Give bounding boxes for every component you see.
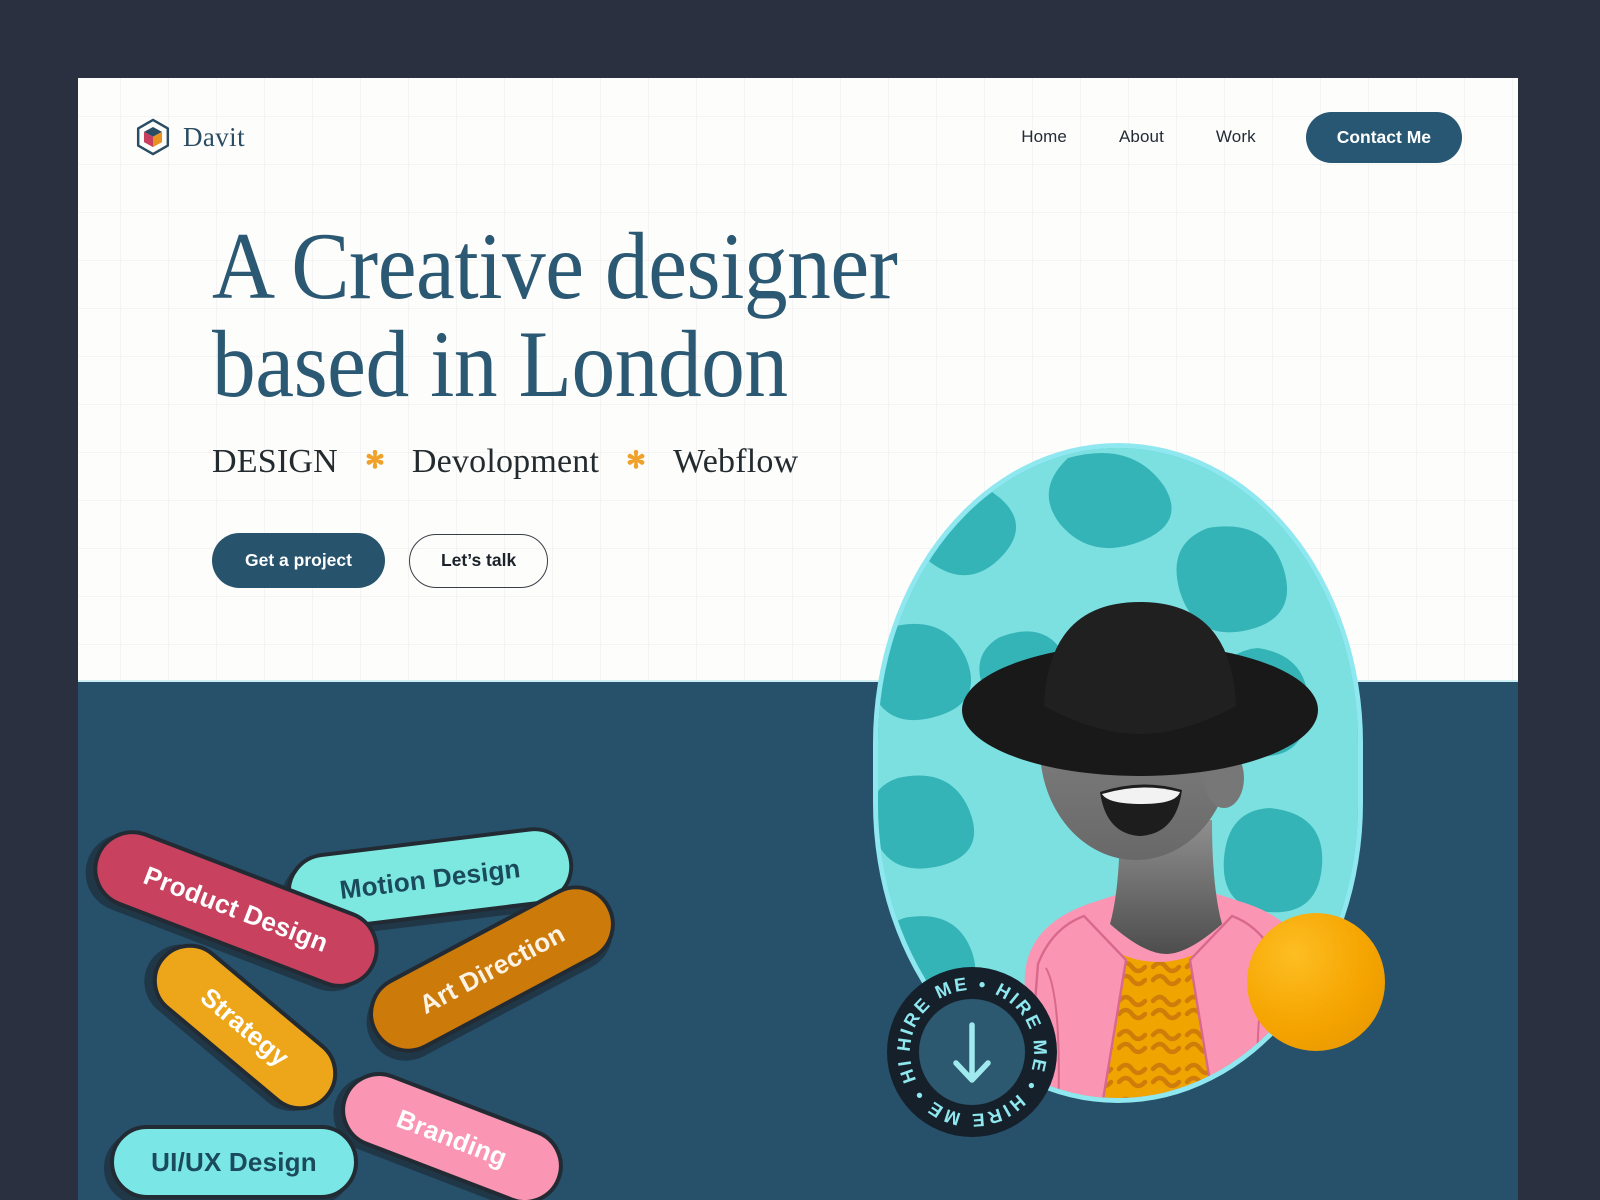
- headline-line-2: based in London: [212, 310, 788, 417]
- skill-pill-label: Strategy: [195, 981, 296, 1073]
- skill-pill-label: Motion Design: [337, 852, 522, 905]
- skill-pill-label: UI/UX Design: [151, 1146, 317, 1177]
- service-item-development: Devolopment: [411, 443, 600, 480]
- asterisk-star-icon: [360, 447, 390, 477]
- hexagon-cube-icon: [134, 118, 172, 156]
- portrait-figure: HIRE ME • HIRE ME • HIRE ME • HIRE ME •: [873, 443, 1385, 1137]
- hero-headline: A Creative designer based in London: [212, 213, 1068, 417]
- nav-link-work[interactable]: Work: [1190, 127, 1282, 147]
- orange-sphere-decoration: [1247, 913, 1385, 1051]
- service-item-webflow: Webflow: [673, 443, 799, 480]
- asterisk-star-icon-2: [621, 447, 651, 477]
- brand-name: Davit: [183, 121, 245, 152]
- landing-card: Davit Home About Work Contact Me A Creat…: [78, 78, 1518, 1200]
- headline-line-1: A Creative designer: [212, 213, 898, 319]
- get-a-project-button[interactable]: Get a project: [212, 533, 385, 588]
- skill-pill-cloud: Motion Design Product Design Art Direction…: [78, 680, 838, 1200]
- skill-pill[interactable]: UI/UX Design: [110, 1125, 358, 1199]
- brand-logo[interactable]: Davit: [134, 118, 245, 156]
- skill-pill-label: Branding: [392, 1102, 512, 1173]
- contact-me-button[interactable]: Contact Me: [1305, 111, 1462, 163]
- skill-pill-label: Art Direction: [414, 917, 570, 1020]
- main-nav: Home About Work Contact Me: [995, 111, 1462, 163]
- service-item-design: DESIGN: [212, 443, 338, 480]
- hire-me-badge[interactable]: HIRE ME • HIRE ME • HIRE ME • HIRE ME •: [883, 963, 1061, 1141]
- lets-talk-button[interactable]: Let’s talk: [408, 533, 549, 588]
- nav-link-home[interactable]: Home: [995, 127, 1093, 147]
- page-root: Davit Home About Work Contact Me A Creat…: [0, 0, 1600, 1200]
- hero-services-list: DESIGN Devolopment Webflow: [212, 443, 798, 481]
- skill-pill[interactable]: Branding: [330, 1060, 574, 1200]
- site-header: Davit Home About Work Contact Me: [78, 78, 1518, 196]
- hero-cta-group: Get a project Let’s talk: [212, 533, 549, 588]
- nav-link-about[interactable]: About: [1093, 127, 1190, 147]
